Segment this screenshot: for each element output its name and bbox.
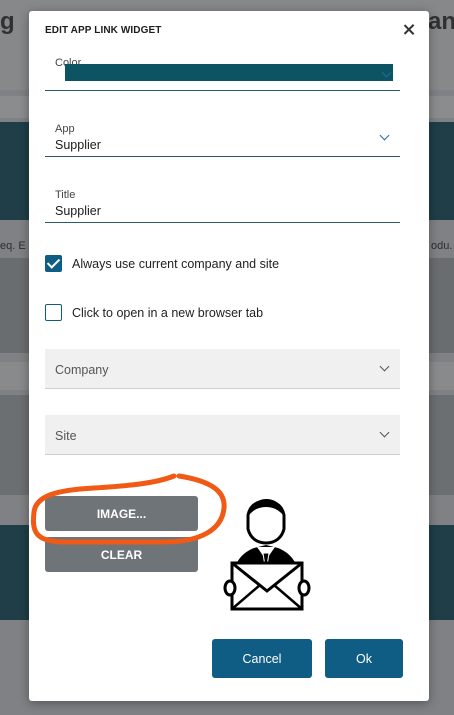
- background-label-right: odu.: [431, 240, 453, 252]
- site-select[interactable]: Site: [45, 415, 400, 455]
- cancel-button[interactable]: Cancel: [212, 639, 312, 678]
- app-field-underline: [45, 156, 400, 158]
- app-field-value: Supplier: [55, 138, 101, 152]
- image-button[interactable]: IMAGE...: [45, 496, 198, 531]
- current-company-checkbox-row[interactable]: Always use current company and site: [45, 255, 279, 272]
- background-tile-right: [429, 122, 454, 220]
- background-card-left-2: [0, 395, 29, 495]
- background-tile-left-2: [0, 525, 29, 620]
- background-label-left: eq. E: [0, 240, 26, 252]
- background-heading-right: an: [428, 8, 454, 35]
- new-tab-checkbox-row[interactable]: Click to open in a new browser tab: [45, 304, 263, 321]
- background-card-left: [0, 258, 29, 353]
- ok-button[interactable]: Ok: [325, 639, 403, 678]
- app-field[interactable]: App Supplier: [45, 123, 400, 159]
- background-card-right-2: [429, 395, 454, 495]
- new-tab-checkbox[interactable]: [45, 304, 62, 321]
- app-field-label: App: [55, 123, 75, 135]
- title-field[interactable]: Title Supplier: [45, 189, 400, 225]
- title-field-label: Title: [55, 189, 76, 201]
- dialog-title: EDIT APP LINK WIDGET: [45, 25, 162, 36]
- color-field[interactable]: Color: [45, 57, 400, 93]
- title-input[interactable]: Supplier: [55, 204, 101, 218]
- chevron-down-icon[interactable]: [379, 130, 390, 141]
- company-select-label: Company: [55, 363, 109, 377]
- background-card-right: [429, 258, 454, 353]
- company-select[interactable]: Company: [45, 349, 400, 389]
- chevron-down-icon[interactable]: [379, 427, 390, 438]
- current-company-checkbox[interactable]: [45, 255, 62, 272]
- background-tile-right-2: [429, 525, 454, 620]
- current-company-checkbox-label: Always use current company and site: [72, 256, 280, 271]
- chevron-down-icon[interactable]: [379, 361, 390, 372]
- clear-button[interactable]: CLEAR: [45, 537, 198, 572]
- site-select-label: Site: [55, 429, 77, 443]
- color-swatch[interactable]: [65, 64, 393, 81]
- title-field-underline: [45, 222, 400, 224]
- new-tab-checkbox-label: Click to open in a new browser tab: [72, 305, 264, 320]
- color-field-underline: [45, 90, 400, 92]
- delivery-person-with-envelope-icon: [223, 499, 311, 611]
- close-icon[interactable]: [401, 22, 417, 38]
- background-heading-left: g: [0, 8, 15, 35]
- background-tile-left: [0, 122, 29, 220]
